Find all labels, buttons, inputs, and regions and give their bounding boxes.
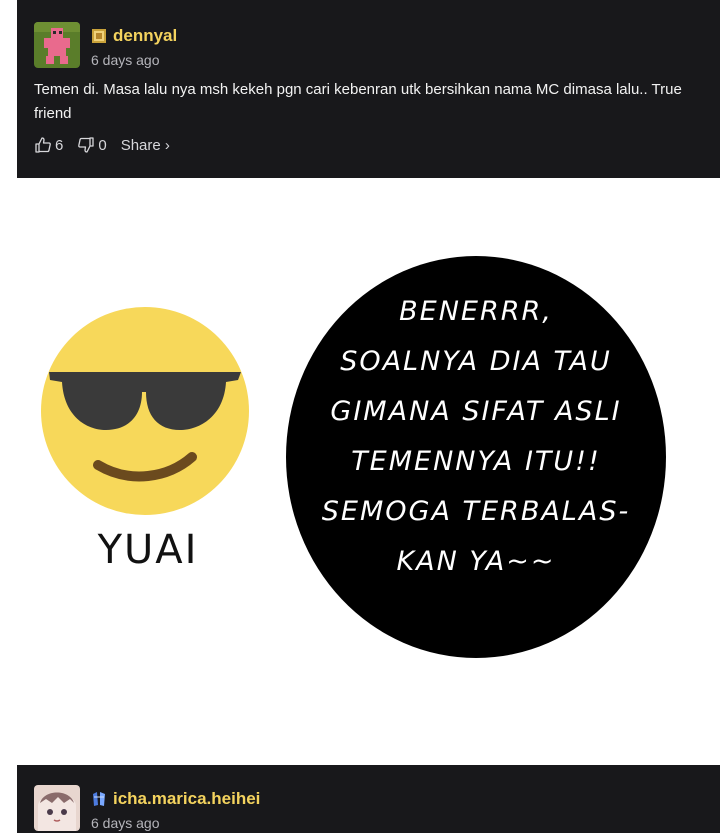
comment-actions: 6 0 Share › — [34, 136, 184, 154]
emoji-caption: YUAI — [97, 527, 199, 573]
gold-badge-icon — [91, 28, 107, 44]
blue-crystal-badge-icon — [91, 791, 107, 807]
comment-card: dennyal 6 days ago Temen di. Masa lalu n… — [17, 0, 720, 178]
thumbs-up-icon — [35, 137, 51, 153]
meme-image — [0, 178, 720, 765]
share-button[interactable]: Share › — [121, 137, 170, 154]
page: dennyal 6 days ago Temen di. Masa lalu n… — [0, 0, 720, 833]
avatar-image — [34, 785, 80, 831]
timestamp: 6 days ago — [91, 52, 160, 68]
share-label: Share › — [120, 136, 170, 154]
thumbs-down-icon — [78, 137, 94, 153]
username-row: icha.marica.heihei — [91, 789, 260, 809]
username[interactable]: icha.marica.heihei — [113, 789, 260, 809]
avatar-image — [34, 22, 80, 68]
sunglasses-smiley-icon — [41, 307, 249, 515]
like-count: 6 — [55, 136, 64, 154]
timestamp: 6 days ago — [91, 815, 160, 831]
avatar[interactable] — [34, 22, 80, 68]
comment-text: Temen di. Masa lalu nya msh kekeh pgn ca… — [34, 81, 682, 122]
like-button[interactable]: 6 — [34, 136, 63, 154]
username[interactable]: dennyal — [113, 26, 177, 46]
dislike-count: 0 — [98, 136, 107, 154]
avatar[interactable] — [34, 785, 80, 831]
dislike-button[interactable]: 0 — [77, 136, 107, 154]
comment-card: icha.marica.heihei 6 days ago — [17, 765, 720, 833]
username-row: dennyal — [91, 26, 177, 46]
speech-bubble — [286, 256, 666, 658]
